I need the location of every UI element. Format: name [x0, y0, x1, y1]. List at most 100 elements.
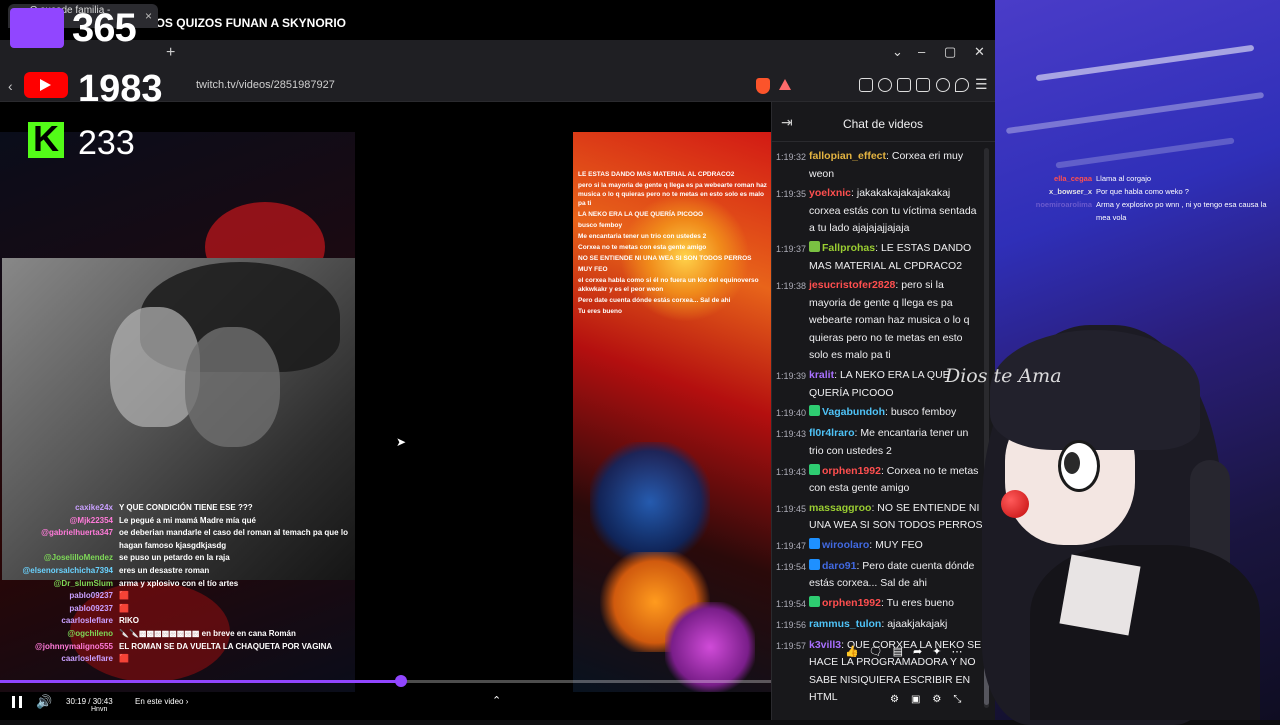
chat-message[interactable]: 1:19:45 massaggroo: NO SE ENTIENDE NI UNA…: [776, 500, 984, 535]
chat-username[interactable]: massaggroo: [809, 502, 871, 514]
chat-username[interactable]: wiroolaro: [822, 539, 869, 551]
chat-message-list: 1:19:32 fallopian_effect: Corxea eri muy …: [776, 148, 984, 709]
chat-timestamp[interactable]: 1:19:43: [776, 425, 806, 460]
photo-detail: [185, 327, 280, 447]
leo-icon[interactable]: [936, 78, 950, 92]
extensions-icon[interactable]: [859, 78, 873, 92]
chat-username[interactable]: orphen1992: [822, 465, 881, 477]
menu-icon[interactable]: ☰: [975, 76, 988, 93]
chat-username[interactable]: Fallprohas: [822, 242, 875, 254]
chat-timestamp[interactable]: 1:19:38: [776, 277, 806, 365]
media-icon[interactable]: [878, 78, 892, 92]
overlay-chat-message: RIKO: [119, 616, 139, 626]
chat-timestamp[interactable]: 1:19:47: [776, 537, 806, 556]
chat-username[interactable]: jesucristofer2828: [809, 279, 895, 291]
chat-text: busco femboy: [890, 406, 957, 419]
chat-badge-icon[interactable]: [809, 596, 820, 608]
chat-badge-icon[interactable]: [809, 538, 820, 550]
chat-message-body: Vagabundoh: busco femboy: [809, 404, 956, 423]
overlay-chat-username: @elsenorsalchicha7394: [22, 565, 113, 575]
chat-message-body: orphen1992: Corxea no te metas con esta …: [809, 463, 984, 498]
chat-title: Chat de videos: [842, 117, 924, 131]
chat-message-body: fl0r4lraro: Me encantaria tener un trio …: [809, 425, 984, 460]
tab-list-chevron-icon[interactable]: ⌄: [892, 44, 903, 60]
chat-timestamp[interactable]: 1:19:54: [776, 558, 806, 593]
maximize-button[interactable]: ▢: [944, 44, 956, 60]
chat-message-body: daro91: Pero date cuenta dónde estás cor…: [809, 558, 984, 593]
chat-timestamp[interactable]: 1:19:56: [776, 616, 806, 635]
wallet-icon[interactable]: [916, 78, 930, 92]
overlay-chat-row: @Mjk22354 Le pegué a mi mamá Madre mía qu…: [8, 515, 353, 528]
overlay-chat-message: 🔪🔪▩▩▩▩▩▩▩▩ en breve en cana Román: [119, 628, 296, 638]
side-chat-username: noemiroarolima: [1035, 200, 1092, 209]
overlay-chat-username: pablo09237: [69, 591, 113, 601]
youtube-play-icon: [40, 79, 51, 91]
video-section-button[interactable]: En este video ›: [135, 697, 188, 706]
chat-badge-icon[interactable]: [809, 558, 820, 570]
chat-username[interactable]: fl0r4lraro: [809, 427, 855, 439]
chat-timestamp[interactable]: 1:19:39: [776, 367, 806, 402]
volume-icon[interactable]: 🔊: [36, 694, 52, 710]
chat-badge-icon[interactable]: [809, 463, 820, 475]
back-arrow-icon[interactable]: ‹: [8, 78, 13, 94]
chat-timestamp[interactable]: 1:19:57: [776, 637, 806, 707]
pause-button[interactable]: [12, 696, 22, 708]
overlay-chat-username: @johnnymaligno555: [34, 641, 113, 651]
progress-knob[interactable]: [394, 675, 407, 687]
tab-close-icon[interactable]: ×: [145, 9, 152, 23]
overlay-chat-username: @Dr_slumSlum: [53, 578, 113, 588]
chat-username[interactable]: kralit: [809, 369, 834, 381]
chat-username[interactable]: k3vill3: [809, 639, 841, 651]
light-streak: [1035, 44, 1255, 82]
chat-timestamp[interactable]: 1:19:35: [776, 185, 806, 238]
chat-message[interactable]: 1:19:43 fl0r4lraro: Me encantaria tener u…: [776, 425, 984, 460]
chat-text: MUY FEO: [875, 539, 923, 552]
minimize-button[interactable]: –: [918, 44, 925, 59]
overlay-chat-row: @Dr_slumSlum arma y xplosivo con el tío a…: [8, 578, 353, 591]
chat-timestamp[interactable]: 1:19:43: [776, 463, 806, 498]
overlay-chat-username: @gabrielhuerta347: [41, 528, 113, 538]
chat-timestamp[interactable]: 1:19:37: [776, 240, 806, 275]
chat-message[interactable]: 1:19:56 rammus_tulon: ajaakjakajakj: [776, 616, 984, 635]
sidebar-icon[interactable]: [897, 78, 911, 92]
clip-action-icons[interactable]: 👍🗨▤➦✦⋯: [845, 645, 985, 658]
close-window-button[interactable]: ✕: [974, 44, 985, 60]
chat-timestamp[interactable]: 1:19:32: [776, 148, 806, 183]
chat-message[interactable]: 1:19:38 jesucristofer2828: pero si la may…: [776, 277, 984, 365]
chat-badge-icon[interactable]: [809, 241, 820, 253]
chat-message[interactable]: 1:19:32 fallopian_effect: Corxea eri muy …: [776, 148, 984, 183]
brave-rewards-icon[interactable]: [779, 79, 791, 90]
side-overlay-chat: ella_cegaa Llama al corgajo x_bowser_x Por …: [1030, 172, 1278, 224]
chat-username[interactable]: rammus_tulon: [809, 618, 881, 630]
chat-text: ajaakjakajakj: [887, 618, 948, 631]
chat-message[interactable]: 1:19:35 yoelxnic: jakakakajakajakakaj cor…: [776, 185, 984, 238]
chat-username[interactable]: daro91: [822, 560, 856, 572]
player-settings-icons[interactable]: ⚙▣⚙⤡: [890, 694, 990, 705]
chat-username[interactable]: fallopian_effect: [809, 150, 886, 162]
chat-message[interactable]: 1:19:54 orphen1992: Tu eres bueno: [776, 595, 984, 614]
light-streak: [1005, 91, 1265, 135]
chat-username[interactable]: Vagabundoh: [822, 406, 885, 418]
new-tab-button[interactable]: +: [166, 44, 175, 62]
overlay-chat-row: caxike24x Y QUE CONDICIÓN TIENE ESE ???: [8, 502, 353, 515]
chat-timestamp[interactable]: 1:19:45: [776, 500, 806, 535]
chat-badge-icon[interactable]: [809, 405, 820, 417]
url-field[interactable]: twitch.tv/videos/2851987927: [188, 76, 748, 96]
chat-message[interactable]: 1:19:54 daro91: Pero date cuenta dónde es…: [776, 558, 984, 593]
embedded-chat-line: Me encantaria tener un trio con ustedes …: [578, 233, 707, 240]
embedded-chat-line: NO SE ENTIENDE NI UNA WEA SI SON TODOS P…: [578, 255, 752, 262]
chat-message[interactable]: 1:19:47 wiroolaro: MUY FEO: [776, 537, 984, 556]
chat-text: Tu eres bueno: [886, 597, 954, 610]
vpn-icon[interactable]: [955, 78, 969, 92]
youtube-viewer-count: 1983: [78, 68, 163, 110]
chat-message[interactable]: 1:19:37 Fallprohas: LE ESTAS DANDO MAS MA…: [776, 240, 984, 275]
chat-message[interactable]: 1:19:43 orphen1992: Corxea no te metas co…: [776, 463, 984, 498]
chat-timestamp[interactable]: 1:19:54: [776, 595, 806, 614]
chat-username[interactable]: yoelxnic: [809, 187, 851, 199]
chat-timestamp[interactable]: 1:19:40: [776, 404, 806, 423]
chat-message-body: yoelxnic: jakakakajakajakakaj corxea est…: [809, 185, 984, 238]
chevron-up-icon[interactable]: ⌃: [492, 694, 501, 707]
chat-username[interactable]: orphen1992: [822, 597, 881, 609]
brave-shields-icon[interactable]: [756, 78, 770, 94]
chat-message[interactable]: 1:19:40 Vagabundoh: busco femboy: [776, 404, 984, 423]
